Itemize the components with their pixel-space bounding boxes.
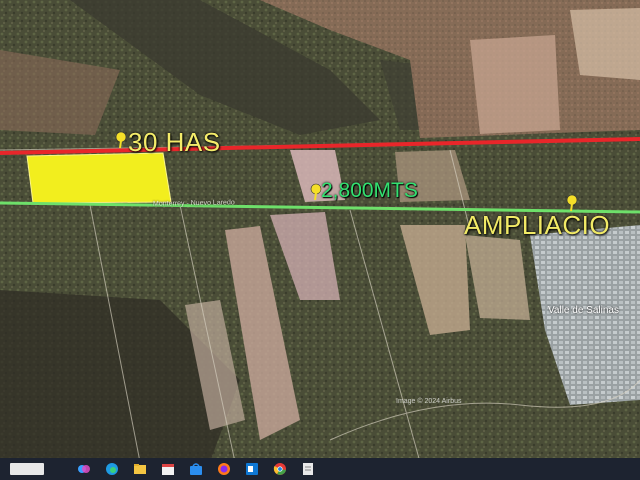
map-view[interactable]: 30 HAS 2,800MTS AMPLIACIO Monterrey - Nu…: [0, 0, 640, 480]
imagery-credit: Image © 2024 Airbus: [396, 398, 462, 405]
area-label: 30 HAS: [128, 127, 221, 157]
calendar-icon[interactable]: [160, 461, 176, 477]
taskbar-logo: [10, 463, 44, 475]
file-explorer-icon[interactable]: [132, 461, 148, 477]
road-label: Monterrey - Nuevo Laredo: [152, 199, 235, 208]
pin-icon[interactable]: [114, 131, 128, 149]
chrome-icon[interactable]: [272, 461, 288, 477]
farm-field: [570, 8, 640, 80]
taskbar: [0, 458, 640, 480]
parcel-polygon[interactable]: [26, 152, 172, 204]
firefox-icon[interactable]: [216, 461, 232, 477]
distance-label: 2,800MTS: [321, 179, 418, 202]
edge-icon[interactable]: [104, 461, 120, 477]
town-label: Valle de Salinas: [548, 305, 619, 316]
expansion-label: AMPLIACIO: [464, 210, 611, 240]
copilot-icon[interactable]: [76, 461, 92, 477]
farm-field: [470, 35, 560, 134]
store-icon[interactable]: [188, 461, 204, 477]
outlook-icon[interactable]: [244, 461, 260, 477]
notepad-icon[interactable]: [300, 461, 316, 477]
